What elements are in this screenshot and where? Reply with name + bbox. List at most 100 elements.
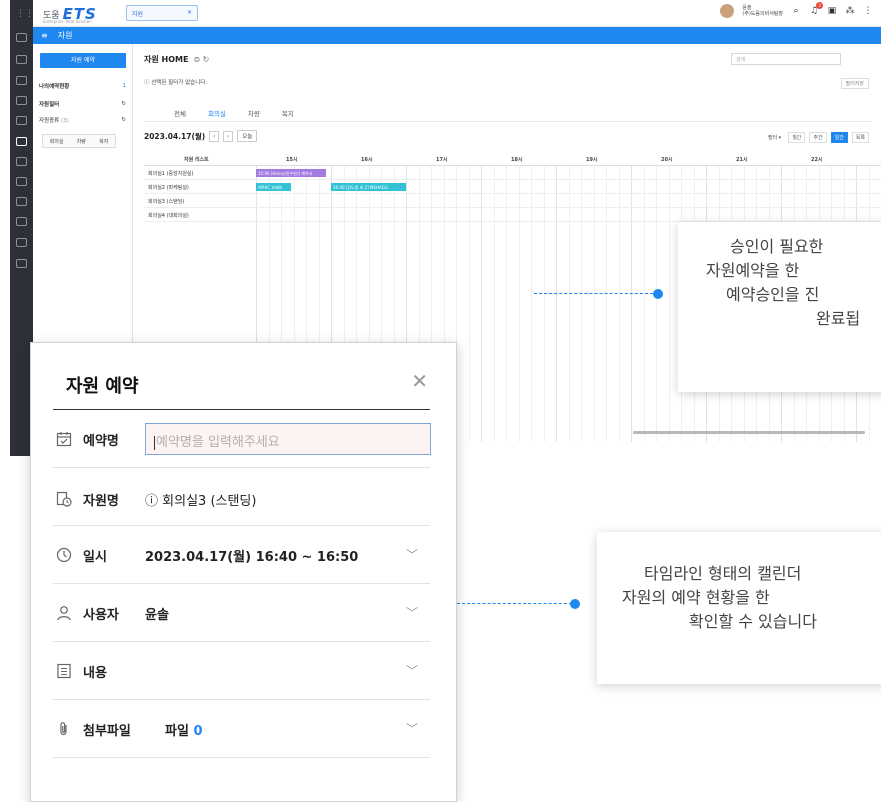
paperclip-icon <box>56 721 72 737</box>
notification-badge: 3 <box>816 2 823 9</box>
search-icon[interactable]: ⌕ <box>791 6 801 16</box>
user-label: 사용자 <box>83 608 119 623</box>
category-welfare[interactable]: 복지 <box>99 138 108 145</box>
more-icon[interactable]: ⋮ <box>863 6 873 16</box>
chevron-down-icon[interactable]: ﹀ <box>406 604 418 621</box>
mobile-icon[interactable] <box>16 259 27 268</box>
type-label: 자원종류 <box>39 118 60 124</box>
next-day-button[interactable]: › <box>223 130 234 142</box>
tab-welfare[interactable]: 복지 <box>282 108 294 122</box>
reservation-event[interactable]: 16:00 [강도원 외 2] MEHAGG <box>331 183 406 191</box>
settings-icon[interactable] <box>16 197 27 206</box>
apps-grid-icon[interactable]: ⋮⋮ <box>16 10 34 19</box>
prev-day-button[interactable]: ‹ <box>209 130 220 142</box>
attach-value: 파일 0 <box>165 720 203 739</box>
avatar[interactable] <box>720 4 735 18</box>
date-label: 일시 <box>83 550 107 565</box>
print-icon[interactable] <box>16 238 27 247</box>
resource-icon[interactable] <box>16 137 27 146</box>
resource-filter[interactable]: 자원필터 ↻ <box>39 100 126 108</box>
tab-all[interactable]: 전체 <box>174 108 186 122</box>
attach-count: 0 <box>193 724 203 739</box>
timeline-header: 자원 리스트 15시16시17시18시19시20시21시22시23시 <box>144 152 881 166</box>
chevron-down-icon[interactable]: ﹀ <box>406 720 418 737</box>
resource-row-label[interactable]: 회의실2 (마케팅실) <box>148 184 189 191</box>
board-icon[interactable] <box>16 96 27 105</box>
tab-vehicle[interactable]: 차량 <box>248 108 260 122</box>
view-list[interactable]: 목록 <box>851 132 869 143</box>
category-vehicle[interactable]: 차량 <box>77 138 86 145</box>
clock-icon <box>56 547 72 563</box>
reserve-resource-button[interactable]: 자원 예약 <box>40 53 126 68</box>
bell-icon[interactable]: ♫ 3 <box>809 2 823 16</box>
module-title: 자원 <box>57 31 73 40</box>
info-icon[interactable]: ⊜ ↻ <box>193 55 209 64</box>
callout-line: 타임라인 형태의 캘린더 <box>644 564 802 583</box>
view-day[interactable]: 일간 <box>830 132 848 143</box>
connector-dot <box>570 599 580 609</box>
row-datetime[interactable]: 일시 2023.04.17(월) 16:40 ~ 16:50 ﹀ <box>53 526 430 584</box>
category-meeting-room[interactable]: 회의실 <box>50 138 64 145</box>
attach-label: 첨부파일 <box>83 724 131 739</box>
view-week[interactable]: 주간 <box>809 132 827 143</box>
search-input[interactable]: 검색 <box>731 53 841 65</box>
calendar-icon[interactable] <box>16 116 27 125</box>
storage-icon[interactable] <box>16 217 27 226</box>
module-title-bar: ≡ 자원 <box>33 27 881 44</box>
row-divider <box>144 193 881 194</box>
text-caret <box>154 435 155 450</box>
save-filter-button[interactable]: 필터저장 <box>840 78 869 89</box>
top-bar: 도움 ETS Enterprise Total Solution 자원 ✕ 윤솔… <box>33 0 881 27</box>
my-status-count: 1 <box>122 83 127 89</box>
row-user[interactable]: 사용자 윤솔 ﹀ <box>53 584 430 642</box>
company-logo[interactable]: 도움 ETS Enterprise Total Solution <box>43 5 97 25</box>
note-icon[interactable]: ▣ <box>827 6 837 16</box>
reservation-name-input[interactable]: 예약명을 입력해주세요 <box>145 423 431 455</box>
reservation-event[interactable]: 15:00 [Henry(한우현)] 계약서 <box>256 169 326 177</box>
callout-approval: 승인이 필요한 자원예약을 한 예약승인을 진 완료됩 <box>678 222 881 392</box>
tab-meeting-room[interactable]: 회의실 <box>207 108 226 122</box>
connector-line <box>457 603 577 604</box>
user-info[interactable]: 윤솔 (주)도움의비서팀장 <box>742 5 783 17</box>
my-reservation-status[interactable]: 나의예약현황 1 <box>39 82 126 90</box>
horizontal-scrollbar[interactable] <box>633 431 865 434</box>
row-resource-name: 자원명 ⓘ 회의실3 (스탠딩) <box>53 468 430 526</box>
docs-icon[interactable] <box>16 157 27 166</box>
resource-name-text: 회의실3 (스탠딩) <box>162 494 257 509</box>
tab-label: 자원 <box>132 11 144 18</box>
row-content[interactable]: 내용 ﹀ <box>53 642 430 700</box>
org-icon[interactable]: ⁂ <box>845 6 855 16</box>
calendar-check-icon <box>56 431 72 447</box>
close-icon[interactable]: ✕ <box>411 371 428 391</box>
view-month[interactable]: 월간 <box>788 132 806 143</box>
resource-row-label[interactable]: 회의실3 (스탠딩) <box>148 198 184 205</box>
today-button[interactable]: 오늘 <box>237 130 258 142</box>
tab-resource[interactable]: 자원 ✕ <box>126 5 198 21</box>
chevron-down-icon[interactable]: ﹀ <box>406 546 418 563</box>
home-title-text: 자원 HOME <box>144 55 189 64</box>
notice-text: 선택된 필터가 없습니다. <box>151 80 208 86</box>
refresh-icon[interactable]: ↻ <box>121 101 126 107</box>
reservation-event[interactable]: APHIC 호혜미 <box>256 183 291 191</box>
callout-line: 확인할 수 있습니다 <box>689 612 817 631</box>
resource-type[interactable]: 자원종류 (3) ↻ <box>39 116 126 124</box>
view-filter-label: 필터 <box>767 135 778 141</box>
address-icon[interactable] <box>16 177 27 186</box>
close-icon[interactable]: ✕ <box>187 9 192 17</box>
name-placeholder: 예약명을 입력해주세요 <box>156 435 280 450</box>
menu-icon[interactable]: ≡ <box>41 31 48 40</box>
row-attachment[interactable]: 첨부파일 파일 0 ﹀ <box>53 700 430 758</box>
refresh-icon[interactable]: ↻ <box>121 117 126 123</box>
edit-icon[interactable] <box>16 76 27 85</box>
page-title: 자원 HOME ⊜ ↻ <box>144 54 209 65</box>
content-label: 내용 <box>83 666 107 681</box>
mail-icon[interactable] <box>16 33 27 42</box>
current-date: 2023.04.17(월) <box>144 131 206 141</box>
resource-tabs: 전체 회의실 차량 복지 <box>174 108 294 122</box>
logo-subtitle: Enterprise Total Solution <box>43 19 92 24</box>
resource-row-label[interactable]: 회의실4 (대회의실) <box>148 212 189 219</box>
resource-row-label[interactable]: 회의실1 (중앙지원실) <box>148 170 193 177</box>
chevron-down-icon[interactable]: ﹀ <box>406 662 418 679</box>
view-filter-dropdown[interactable]: 필터 ▾ <box>765 133 784 142</box>
approval-icon[interactable] <box>16 55 27 64</box>
